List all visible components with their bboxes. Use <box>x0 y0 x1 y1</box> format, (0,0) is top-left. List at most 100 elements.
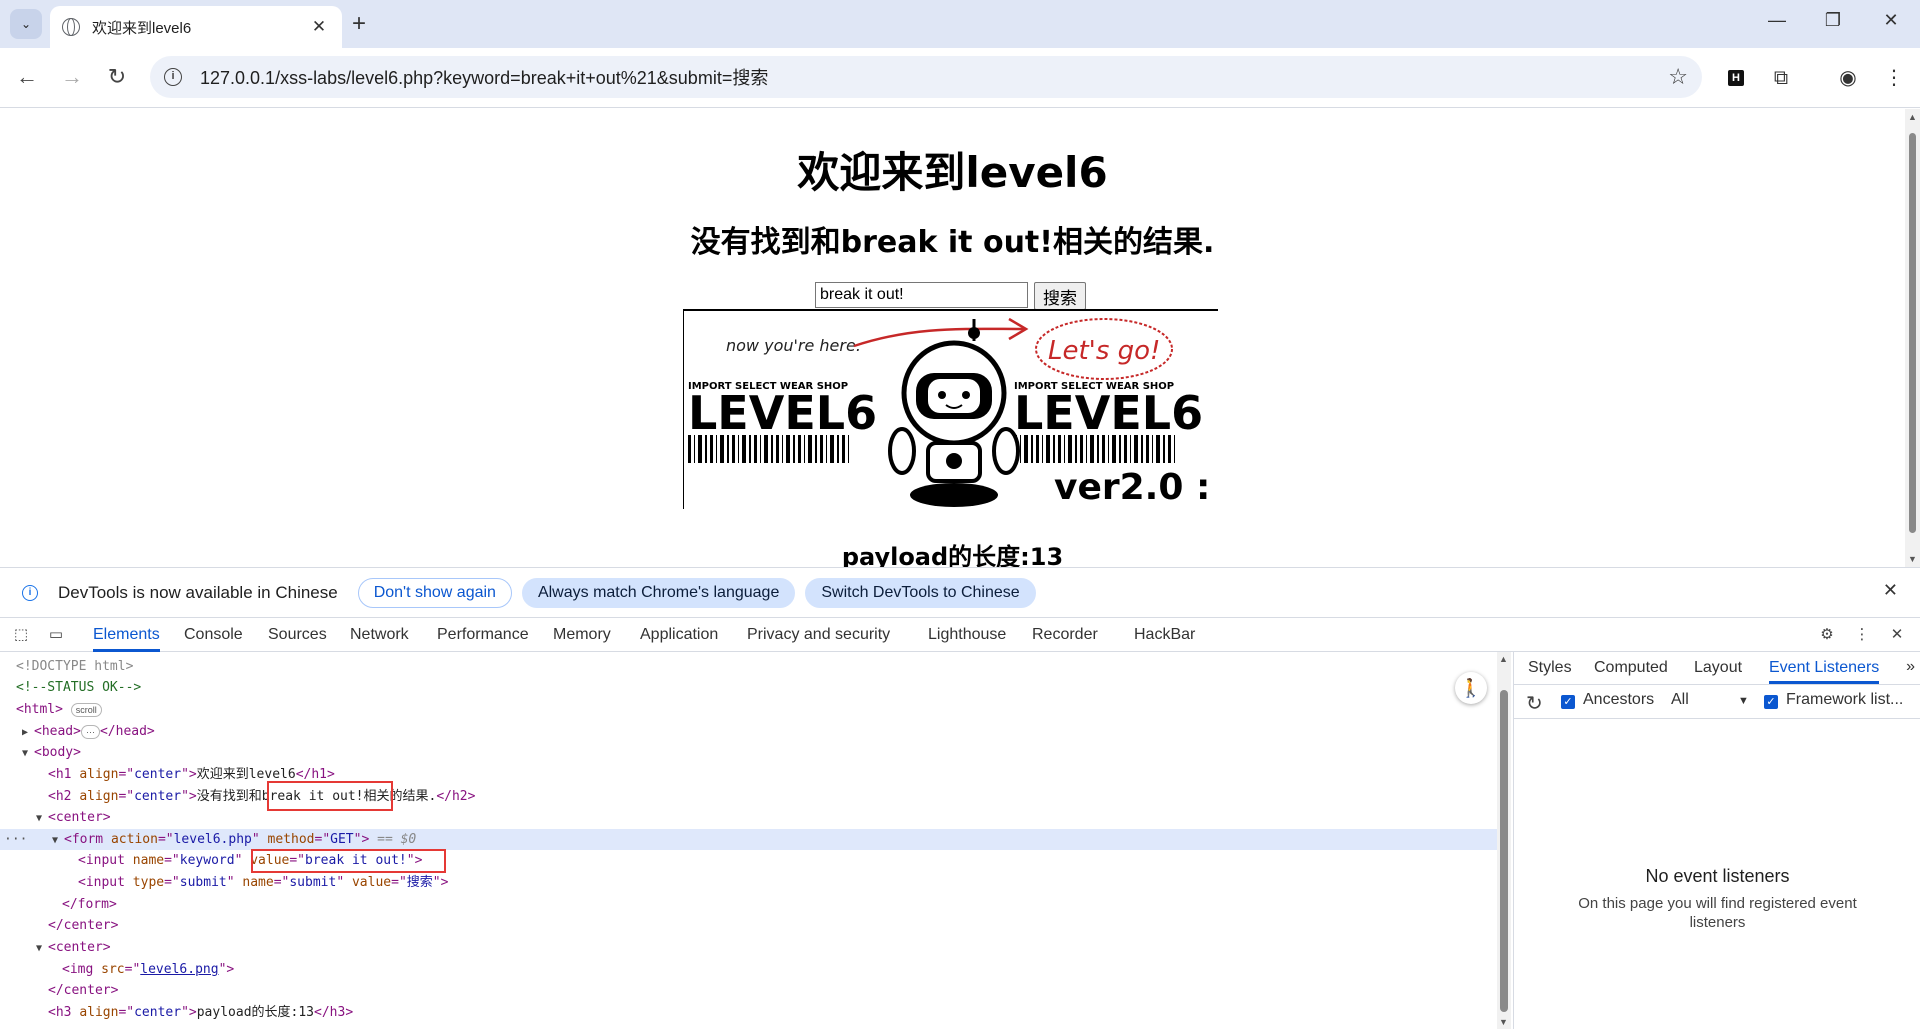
url-text[interactable]: 127.0.0.1/xss-labs/level6.php?keyword=br… <box>200 64 1668 90</box>
profile-icon[interactable]: ◉ <box>1834 64 1862 92</box>
device-toolbar-icon[interactable]: ▭ <box>45 625 67 645</box>
tab-recorder[interactable]: Recorder <box>1032 618 1098 652</box>
dom-form-close[interactable]: </form> <box>0 894 1497 915</box>
dom-form-selected[interactable]: ▼ <form action="level6.php" method="GET">… <box>0 829 1497 850</box>
extensions-puzzle-icon[interactable]: ⧉ <box>1767 64 1795 92</box>
reload-icon[interactable]: ↻ <box>102 62 132 92</box>
dom-input-keyword[interactable]: <input name="keyword" value="break it ou… <box>0 850 1497 871</box>
restore-icon[interactable]: ❐ <box>1813 10 1853 31</box>
tab-strip: ⌄ 欢迎来到level6 ✕ + — ❐ ✕ <box>0 0 1920 48</box>
devtools-sidebar: Styles Computed Layout Event Listeners »… <box>1513 652 1920 1029</box>
level6-banner-image: now you're here. Let's go! IMPORT SELECT… <box>683 309 1218 509</box>
tab-memory[interactable]: Memory <box>553 618 611 652</box>
dom-center-1-close[interactable]: </center> <box>0 915 1497 936</box>
dom-body[interactable]: ▼ <body> <box>0 742 1497 763</box>
tab-console[interactable]: Console <box>184 618 243 652</box>
listener-filter-select[interactable]: All <box>1671 691 1689 709</box>
empty-state-title: No event listeners <box>1645 866 1790 886</box>
settings-gear-icon[interactable]: ⚙ <box>1816 625 1838 645</box>
infobar-message: DevTools is now available in Chinese <box>58 582 338 602</box>
accessibility-tree-icon[interactable]: 🚶 <box>1455 672 1487 704</box>
new-tab-button[interactable]: + <box>352 12 366 36</box>
dom-doctype[interactable]: <!DOCTYPE html> <box>0 656 1497 677</box>
close-window-icon[interactable]: ✕ <box>1871 10 1911 31</box>
scroll-down-icon[interactable]: ▼ <box>1908 554 1917 564</box>
page-scrollbar[interactable]: ▲ ▼ <box>1905 109 1920 567</box>
expand-head-icon: ▶ <box>22 727 29 738</box>
elements-scrollbar[interactable]: ▲ ▼ <box>1497 652 1511 1029</box>
elements-scroll-up-icon[interactable]: ▲ <box>1499 654 1508 664</box>
always-match-language-button[interactable]: Always match Chrome's language <box>521 577 796 608</box>
forward-icon[interactable]: → <box>57 62 87 92</box>
scroll-badge[interactable]: scroll <box>70 702 102 717</box>
tab-layout[interactable]: Layout <box>1694 652 1742 684</box>
page-heading: 欢迎来到level6 <box>797 148 1108 197</box>
keyword-input[interactable] <box>815 282 1028 308</box>
menu-kebab-icon[interactable]: ⋮ <box>1880 64 1908 92</box>
dom-center-1[interactable]: ▼ <center> <box>0 807 1497 828</box>
switch-to-chinese-button[interactable]: Switch DevTools to Chinese <box>805 577 1036 608</box>
tab-application[interactable]: Application <box>640 618 718 652</box>
dom-comment[interactable]: <!--STATUS OK--> <box>0 677 1497 698</box>
tab-sources[interactable]: Sources <box>268 618 327 652</box>
tab-hackbar[interactable]: HackBar <box>1134 618 1195 652</box>
search-submit-button[interactable]: 搜索 <box>1034 282 1086 310</box>
scroll-up-icon[interactable]: ▲ <box>1908 112 1917 122</box>
empty-state-description: On this page you will find registered ev… <box>1578 895 1857 931</box>
site-info-icon[interactable]: i <box>164 68 182 86</box>
tab-close-icon[interactable]: ✕ <box>308 17 330 37</box>
ancestors-checkbox[interactable]: ✓ <box>1561 695 1575 709</box>
tab-styles[interactable]: Styles <box>1528 652 1572 684</box>
framework-listeners-checkbox[interactable]: ✓ <box>1764 695 1778 709</box>
payload-length: payload的长度:13 <box>841 543 1064 567</box>
minimize-icon[interactable]: — <box>1757 10 1797 31</box>
row-dots-icon[interactable]: ··· <box>4 829 27 850</box>
elements-scroll-down-icon[interactable]: ▼ <box>1499 1017 1508 1027</box>
address-bar[interactable]: i 127.0.0.1/xss-labs/level6.php?keyword=… <box>150 56 1702 98</box>
annotation-box-h2 <box>267 781 393 811</box>
tab-title: 欢迎来到level6 <box>92 19 192 37</box>
elements-scroll-thumb[interactable] <box>1500 690 1508 1012</box>
dom-h3[interactable]: <h3 align="center">payload的长度:13</h3> <box>0 1002 1497 1023</box>
dom-center-2[interactable]: ▼ <center> <box>0 937 1497 958</box>
dont-show-again-button[interactable]: Don't show again <box>357 577 512 608</box>
dom-input-submit[interactable]: <input type="submit" name="submit" value… <box>0 872 1497 893</box>
devtools-close-icon[interactable]: ✕ <box>1886 625 1908 645</box>
infobar-close-icon[interactable]: ✕ <box>1883 580 1898 601</box>
tab-event-listeners[interactable]: Event Listeners <box>1769 652 1880 684</box>
dom-head[interactable]: ▶ <head> ··· </head> <box>0 721 1497 742</box>
dom-img[interactable]: <img src="level6.png"> <box>0 959 1497 980</box>
dom-html[interactable]: <html> scroll <box>0 699 1497 720</box>
back-icon[interactable]: ← <box>12 62 42 92</box>
img-src-link[interactable]: level6.png <box>140 962 218 977</box>
dom-center-2-close[interactable]: </center> <box>0 980 1497 1001</box>
tab-search-button[interactable]: ⌄ <box>10 9 42 39</box>
filter-dropdown-icon[interactable]: ▼ <box>1738 695 1749 707</box>
annotation-box-input <box>251 849 446 873</box>
devtools-tab-strip: ⬚ ▭ Elements Console Sources Network Per… <box>0 617 1920 652</box>
dom-h1[interactable]: <h1 align="center">欢迎来到level6</h1> <box>0 764 1497 785</box>
tab-computed[interactable]: Computed <box>1594 652 1668 684</box>
browser-tab[interactable]: 欢迎来到level6 ✕ <box>50 6 342 48</box>
tab-privacy-security[interactable]: Privacy and security <box>747 618 890 652</box>
browser-toolbar: ← → ↻ i 127.0.0.1/xss-labs/level6.php?ke… <box>0 48 1920 108</box>
globe-icon <box>62 18 80 36</box>
collapse-body-icon: ▼ <box>22 748 29 759</box>
devtools-menu-icon[interactable]: ⋮ <box>1851 625 1873 645</box>
more-tabs-chevron-icon[interactable]: » <box>1906 658 1915 676</box>
tab-lighthouse[interactable]: Lighthouse <box>928 618 1006 652</box>
dom-h2[interactable]: <h2 align="center">没有找到和break it out!相关的… <box>0 786 1497 807</box>
event-listener-toolbar: ↻ ✓ Ancestors All ▼ ✓ Framework list... <box>1514 685 1920 719</box>
tab-elements[interactable]: Elements <box>93 618 160 652</box>
result-message: 没有找到和break it out!相关的结果. <box>690 225 1215 260</box>
page-scroll-thumb[interactable] <box>1909 133 1916 533</box>
inspect-element-icon[interactable]: ⬚ <box>10 625 32 645</box>
refresh-icon[interactable]: ↻ <box>1526 691 1543 716</box>
hackbar-extension-icon[interactable]: H <box>1728 70 1744 86</box>
search-form: 搜索 <box>815 282 1086 310</box>
chevron-down-icon: ⌄ <box>20 17 32 31</box>
tab-network[interactable]: Network <box>350 618 409 652</box>
tab-performance[interactable]: Performance <box>437 618 529 652</box>
info-icon: i <box>22 584 38 601</box>
bookmark-star-icon[interactable]: ☆ <box>1668 64 1688 90</box>
